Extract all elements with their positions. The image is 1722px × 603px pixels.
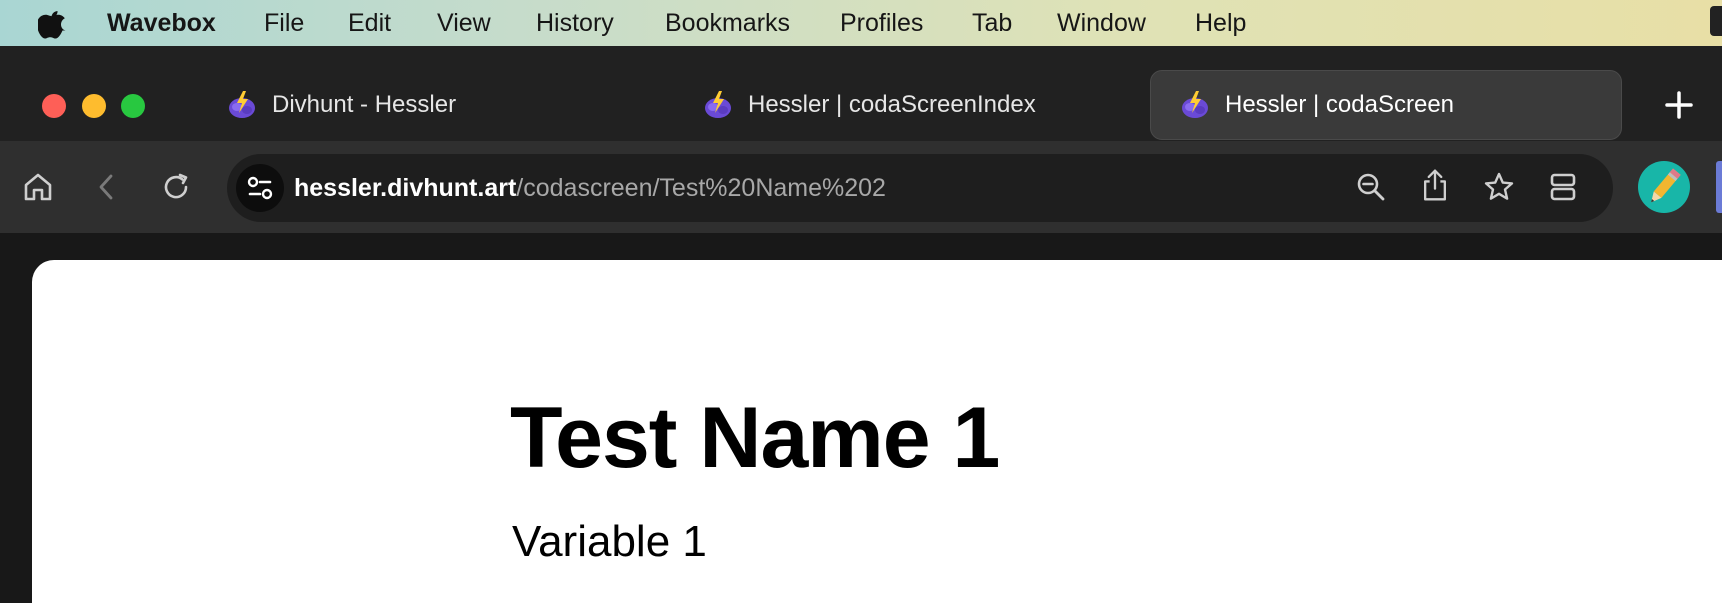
tab-divhunt[interactable]: Divhunt - Hessler [226,70,666,140]
menu-view[interactable]: View [437,0,491,46]
home-icon[interactable] [21,170,55,204]
tab-codascreenindex[interactable]: Hessler | codaScreenIndex [702,70,1142,140]
brain-lightning-icon [229,91,255,118]
apple-logo-icon[interactable] [38,9,66,39]
share-icon[interactable] [1418,168,1452,202]
page-subtitle: Variable 1 [512,517,707,566]
chevron-left-icon[interactable] [90,170,124,204]
menu-history[interactable]: History [536,0,614,46]
brain-lightning-icon [1182,91,1208,118]
plus-icon[interactable] [1662,88,1696,122]
browser-window: Divhunt - Hessler Hessler | codaScreenIn… [0,46,1722,603]
tab-codascreen[interactable]: Hessler | codaScreen [1150,70,1622,140]
zoom-out-icon[interactable] [1354,170,1388,204]
page-title: Test Name 1 [510,390,1000,486]
menubar-status-item[interactable] [1710,6,1722,36]
menu-window[interactable]: Window [1057,0,1146,46]
brain-lightning-icon [705,91,731,118]
split-view-icon[interactable] [1546,170,1580,204]
zoom-window-button[interactable] [121,94,145,118]
minimize-window-button[interactable] [82,94,106,118]
tab-title: Divhunt - Hessler [272,91,457,118]
close-window-button[interactable] [42,94,66,118]
tab-title: Hessler | codaScreenIndex [748,91,1036,118]
pencil-avatar-icon [1651,168,1681,203]
menu-tab[interactable]: Tab [972,0,1012,46]
menu-edit[interactable]: Edit [348,0,391,46]
tab-strip: Divhunt - Hessler Hessler | codaScreenIn… [0,46,1722,141]
menu-help[interactable]: Help [1195,0,1246,46]
menu-profiles[interactable]: Profiles [840,0,923,46]
sliders-icon[interactable] [236,164,284,212]
profile-avatar[interactable] [1638,161,1690,213]
star-icon[interactable] [1482,170,1516,204]
url-text[interactable]: hessler.divhunt.art/codascreen/Test%20Na… [294,169,886,207]
url-path: /codascreen/Test%20Name%202 [516,174,886,202]
url-host: hessler.divhunt.art [294,174,517,202]
menu-file[interactable]: File [264,0,304,46]
menu-bookmarks[interactable]: Bookmarks [665,0,790,46]
extension-icon[interactable] [1716,161,1722,213]
menu-app-name[interactable]: Wavebox [107,0,216,46]
tab-title: Hessler | codaScreen [1225,91,1455,118]
reload-icon[interactable] [159,170,193,204]
menu-bar: Wavebox File Edit View History Bookmarks… [0,0,1722,46]
